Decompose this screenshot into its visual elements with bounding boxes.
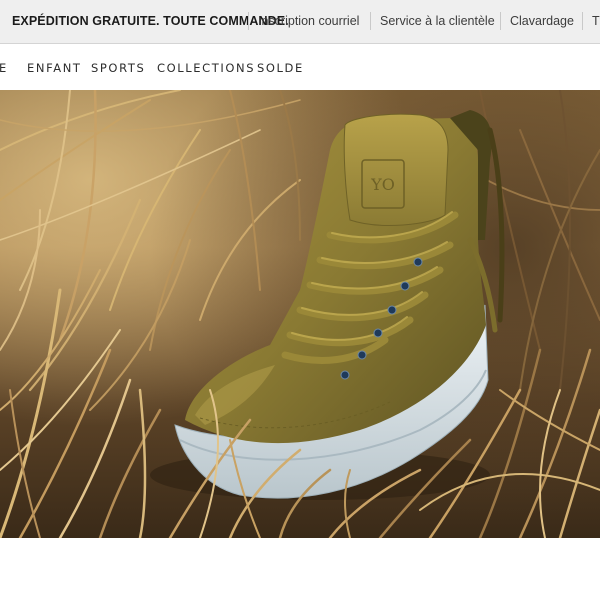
- newsletter-signup-link[interactable]: Inscription courriel: [258, 14, 359, 28]
- hero-image: YO: [0, 90, 600, 538]
- page: EXPÉDITION GRATUITE. TOUTE COMMANDE. Ins…: [0, 0, 600, 600]
- nav-item-enfant[interactable]: ENFANT: [27, 61, 82, 75]
- nav-item-solde[interactable]: SOLDE: [257, 61, 304, 75]
- separator: [248, 12, 249, 30]
- separator: [370, 12, 371, 30]
- utility-bar: EXPÉDITION GRATUITE. TOUTE COMMANDE. Ins…: [0, 0, 600, 44]
- content-area: [0, 538, 600, 600]
- customer-service-link[interactable]: Service à la clientèle: [380, 14, 495, 28]
- nav-item-sports[interactable]: SPORTS: [91, 61, 145, 75]
- separator: [582, 12, 583, 30]
- truncated-link[interactable]: Tr: [592, 14, 600, 28]
- chat-link[interactable]: Clavardage: [510, 14, 574, 28]
- separator: [500, 12, 501, 30]
- nav-item-truncated[interactable]: E: [0, 61, 8, 75]
- hero-banner[interactable]: YO: [0, 90, 600, 538]
- nav-item-collections[interactable]: COLLECTIONS: [157, 61, 255, 75]
- main-navigation: E ENFANT SPORTS COLLECTIONS SOLDE: [0, 44, 600, 90]
- tongue-logo-text: YO: [370, 175, 395, 194]
